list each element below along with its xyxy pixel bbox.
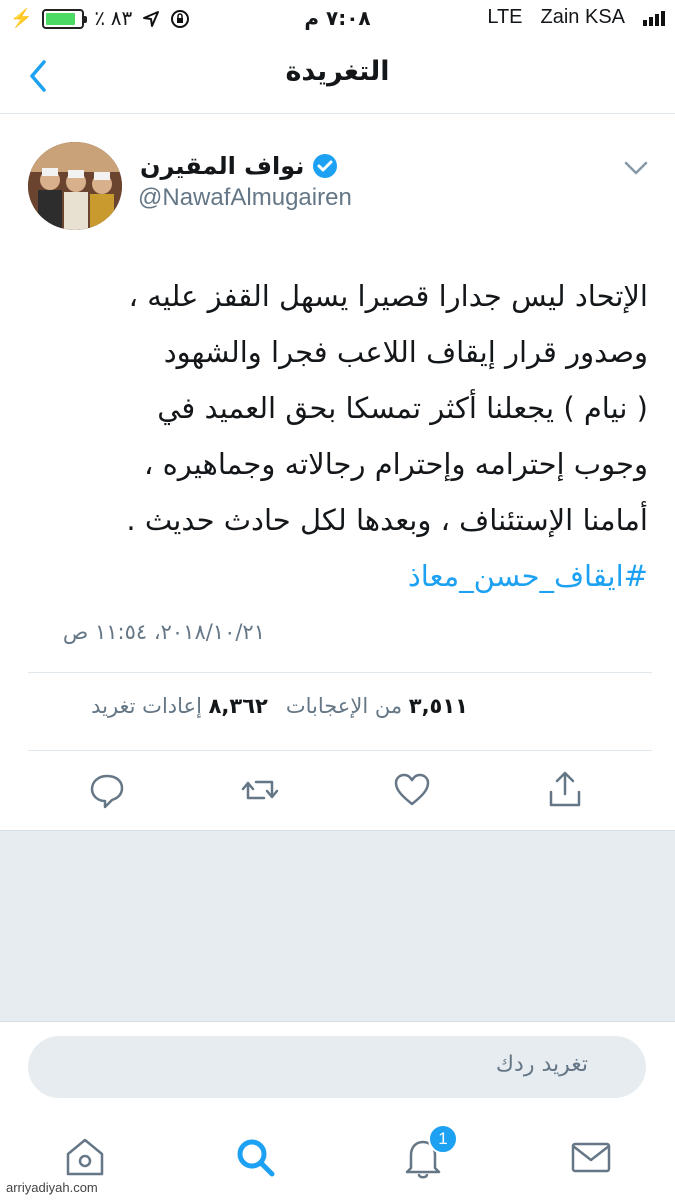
tweet-line: وجوب إحترامه وإحترام رجالاته وجماهيره ، xyxy=(144,447,648,481)
reply-icon[interactable] xyxy=(85,768,129,812)
tweet-timestamp: ٢٠١٨/١٠/٢١، ١١:٥٤ ص xyxy=(62,620,265,644)
share-icon[interactable] xyxy=(543,768,587,812)
page-title: التغريدة xyxy=(285,56,390,87)
empty-replies-area xyxy=(0,830,675,1022)
tab-bar xyxy=(0,1120,675,1200)
name-row: نواف المقيرن xyxy=(140,152,338,180)
nav-bar: التغريدة xyxy=(0,40,675,114)
likes-count: ٣,٥١١ xyxy=(408,694,468,718)
hashtag-link[interactable]: #ايقاف_حسن_معاذ xyxy=(20,548,648,604)
home-icon[interactable] xyxy=(60,1132,110,1182)
divider xyxy=(28,672,652,673)
avatar-image xyxy=(28,142,122,230)
chevron-down-icon[interactable] xyxy=(623,158,649,178)
watermark: arriyadiyah.com xyxy=(6,1180,98,1195)
tweet-line: وصدور قرار إيقاف اللاعب فجرا والشهود xyxy=(163,335,648,369)
search-icon[interactable] xyxy=(230,1132,280,1182)
reply-placeholder: تغريد ردك xyxy=(495,1052,588,1077)
tweet-line: أمامنا الإستئناف ، وبعدها لكل حادث حديث … xyxy=(126,503,648,537)
status-right: LTE Zain KSA xyxy=(487,6,665,29)
likes-stat[interactable]: ٣,٥١١ من الإعجابات xyxy=(286,694,468,718)
author-name[interactable]: نواف المقيرن xyxy=(140,152,304,180)
tweet-actions xyxy=(0,768,675,818)
notification-badge: 1 xyxy=(428,1124,458,1154)
tweet-line: الإتحاد ليس جدارا قصيرا يسهل القفز عليه … xyxy=(128,279,648,313)
avatar[interactable] xyxy=(28,142,122,230)
reply-input[interactable]: تغريد ردك xyxy=(28,1036,646,1098)
carrier-name: Zain KSA xyxy=(540,6,625,28)
tweet-text: الإتحاد ليس جدارا قصيرا يسهل القفز عليه … xyxy=(20,268,648,604)
status-bar: ⚡ ٪ ٨٣ ٧:٠٨ م LTE Zain KSA xyxy=(0,0,675,40)
mail-icon[interactable] xyxy=(566,1132,616,1182)
divider xyxy=(28,750,652,751)
tweet-author: نواف المقيرن @NawafAlmugairen xyxy=(0,140,675,230)
verified-badge-icon xyxy=(313,154,338,178)
retweets-stat[interactable]: ٨,٣٦٢ إعادات تغريد xyxy=(91,694,268,718)
retweet-icon[interactable] xyxy=(238,768,282,812)
tweet-line: ( نيام ) يجعلنا أكثر تمسكا بحق العميد في xyxy=(157,391,648,425)
retweets-label: إعادات تغريد xyxy=(91,694,202,718)
signal-icon xyxy=(643,10,665,26)
likes-label: من الإعجابات xyxy=(285,694,403,718)
author-handle[interactable]: @NawafAlmugairen xyxy=(138,184,352,212)
tweet-stats: ٣,٥١١ من الإعجابات ٨,٣٦٢ إعادات تغريد xyxy=(28,694,468,718)
network-type: LTE xyxy=(487,6,523,28)
retweets-count: ٨,٣٦٢ xyxy=(208,694,268,718)
heart-icon[interactable] xyxy=(390,768,434,812)
